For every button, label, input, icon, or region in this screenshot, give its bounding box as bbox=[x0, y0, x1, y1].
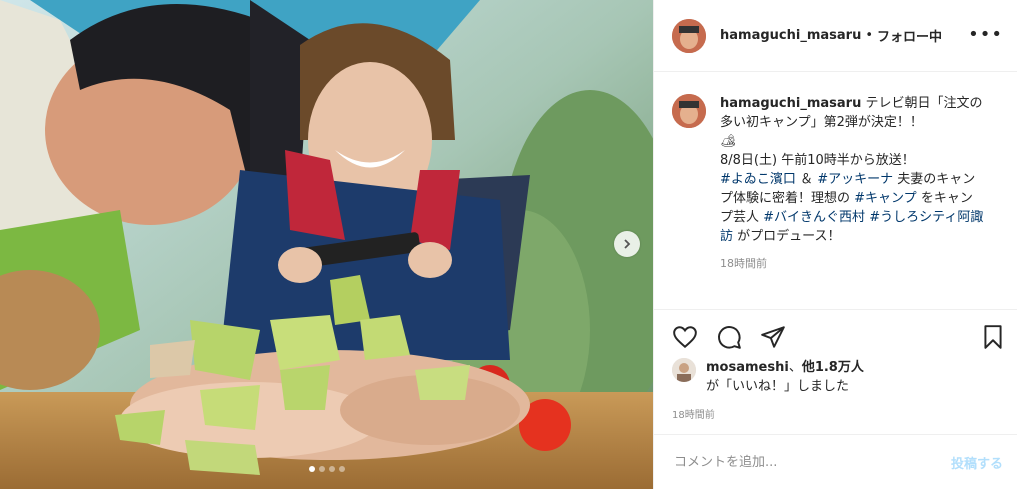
likes-summary: mosameshi、他1.8万人 が「いいね！」しました bbox=[672, 358, 1007, 396]
comment-form: 投稿する bbox=[654, 434, 1017, 489]
action-bar bbox=[654, 309, 1017, 365]
caption-text-5: がプロデュース！ bbox=[737, 229, 841, 244]
author-username[interactable]: hamaguchi_masaru bbox=[720, 28, 861, 43]
likes-count-link[interactable]: 他1.8万人 bbox=[802, 360, 864, 375]
carousel-dot bbox=[318, 466, 325, 472]
post-side-panel: hamaguchi_masaru • フォロー中 ••• hamaguchi_m… bbox=[653, 0, 1017, 489]
post-header: hamaguchi_masaru • フォロー中 ••• bbox=[654, 0, 1017, 72]
bookmark-icon[interactable] bbox=[980, 324, 1006, 350]
avatar-image bbox=[672, 94, 706, 128]
caption-timestamp: 18時間前 bbox=[720, 257, 767, 270]
caption-body: hamaguchi_masaru テレビ朝日「注文の多い初キャンプ」第2弾が決定… bbox=[720, 94, 984, 273]
caption: hamaguchi_masaru テレビ朝日「注文の多い初キャンプ」第2弾が決定… bbox=[672, 94, 1005, 273]
post-photo[interactable] bbox=[0, 0, 653, 489]
ellipsis-icon[interactable]: ••• bbox=[968, 24, 1003, 45]
share-icon[interactable] bbox=[760, 324, 786, 350]
caption-section: hamaguchi_masaru テレビ朝日「注文の多い初キャンプ」第2弾が決定… bbox=[672, 94, 1005, 273]
caption-username[interactable]: hamaguchi_masaru bbox=[720, 96, 861, 111]
hashtag-link[interactable]: #キャンプ bbox=[854, 191, 917, 206]
carousel-dot bbox=[308, 466, 315, 472]
heart-icon-svg bbox=[673, 326, 697, 349]
bookmark-icon-svg bbox=[984, 325, 1002, 349]
post-timestamp[interactable]: 18時間前 bbox=[672, 406, 715, 421]
paper-plane-icon bbox=[761, 326, 785, 348]
carousel-next-button[interactable] bbox=[614, 231, 640, 257]
carousel-dot bbox=[328, 466, 335, 472]
hashtag-link[interactable]: #バイきんぐ西村 bbox=[763, 210, 865, 225]
post-comment-button[interactable]: 投稿する bbox=[951, 453, 1003, 472]
chevron-right-icon bbox=[624, 239, 631, 249]
likes-sep: 、 bbox=[788, 360, 802, 375]
photo-illustration bbox=[0, 0, 653, 489]
author-avatar[interactable] bbox=[672, 18, 706, 53]
comment-input[interactable] bbox=[672, 453, 951, 471]
avatar-image bbox=[672, 358, 696, 382]
hashtag-link[interactable]: #よゐこ濱口 bbox=[720, 172, 796, 187]
avatar-image bbox=[672, 18, 706, 53]
header-separator: • bbox=[865, 28, 873, 43]
tent-emoji-icon: 🏕 bbox=[720, 134, 737, 149]
comment-icon[interactable] bbox=[716, 324, 742, 350]
comment-icon-svg bbox=[718, 326, 741, 349]
heart-icon[interactable] bbox=[672, 324, 698, 350]
instagram-post: hamaguchi_masaru • フォロー中 ••• hamaguchi_m… bbox=[0, 0, 1017, 489]
caption-text-2: 8/8日(土) 午前10時半から放送！ bbox=[720, 153, 915, 168]
likes-suffix: が「いいね！」しました bbox=[706, 379, 850, 394]
likes-text: mosameshi、他1.8万人 が「いいね！」しました bbox=[706, 358, 864, 396]
hashtag-link[interactable]: #アッキーナ bbox=[817, 172, 893, 187]
caption-amp: ＆ bbox=[800, 172, 814, 187]
follow-status-button[interactable]: フォロー中 bbox=[877, 26, 942, 45]
carousel-indicator bbox=[0, 466, 653, 472]
liker-username[interactable]: mosameshi bbox=[706, 360, 789, 375]
caption-avatar[interactable] bbox=[672, 94, 706, 128]
liker-avatar[interactable] bbox=[672, 358, 696, 382]
carousel-dot bbox=[338, 466, 345, 472]
